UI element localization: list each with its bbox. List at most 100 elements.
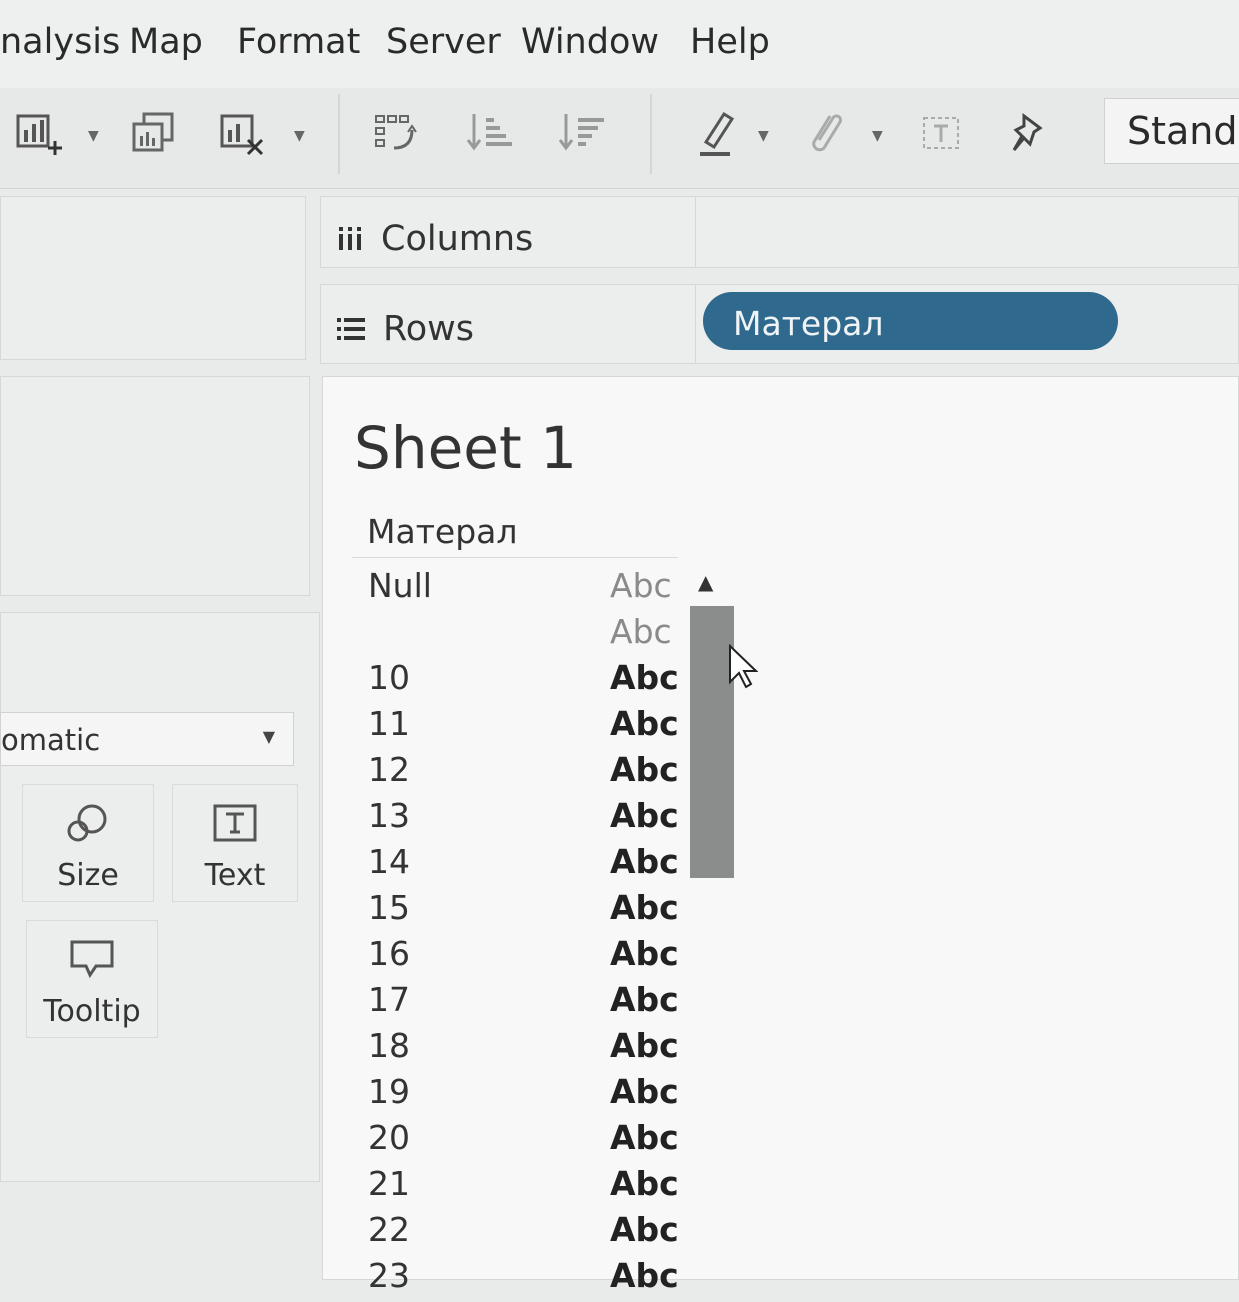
table-row[interactable]: 10 Abc xyxy=(368,658,688,704)
new-worksheet-dropdown-icon[interactable]: ▼ xyxy=(88,128,99,144)
toolbar-separator-2 xyxy=(650,94,652,174)
duplicate-sheet-icon[interactable] xyxy=(130,108,180,164)
row-value: Abc xyxy=(610,658,679,697)
row-value: Abc xyxy=(610,1026,679,1065)
table-row[interactable]: Abc xyxy=(368,612,688,658)
shelf-divider xyxy=(695,285,696,363)
row-key: 13 xyxy=(368,796,410,835)
table-row[interactable]: 18 Abc xyxy=(368,1026,688,1072)
row-key: 20 xyxy=(368,1118,410,1157)
toolbar: ▼ ▼ ▼ ▼ xyxy=(0,88,1239,189)
text-icon xyxy=(213,804,257,842)
columns-shelf[interactable]: Columns xyxy=(320,196,1239,268)
row-key: 11 xyxy=(368,704,410,743)
clear-sheet-dropdown-icon[interactable]: ▼ xyxy=(294,128,305,144)
table-row[interactable]: 19 Abc xyxy=(368,1072,688,1118)
table-row[interactable]: 13 Abc xyxy=(368,796,688,842)
table-row[interactable]: Null Abc xyxy=(368,566,688,612)
row-key: 22 xyxy=(368,1210,410,1249)
rows-icon xyxy=(337,318,365,340)
header-divider xyxy=(352,557,678,558)
size-button[interactable]: Size xyxy=(22,784,154,902)
columns-label: Columns xyxy=(381,219,534,259)
scroll-up-icon[interactable]: ▲ xyxy=(698,570,713,594)
row-key: Null xyxy=(368,566,432,605)
row-value: Abc xyxy=(610,888,679,927)
row-key: 19 xyxy=(368,1072,410,1111)
table-row[interactable]: 12 Abc xyxy=(368,750,688,796)
group-dropdown-icon[interactable]: ▼ xyxy=(872,128,883,144)
row-value: Abc xyxy=(610,750,679,789)
menu-map[interactable]: Map xyxy=(129,22,203,62)
table-row[interactable]: 17 Abc xyxy=(368,980,688,1026)
row-key: 14 xyxy=(368,842,410,881)
show-labels-icon[interactable] xyxy=(918,108,968,164)
columns-icon xyxy=(339,227,361,250)
text-label: Text xyxy=(204,858,266,893)
row-key: 23 xyxy=(368,1256,410,1295)
fit-select[interactable]: Standa xyxy=(1104,98,1239,164)
highlight-icon[interactable] xyxy=(694,108,744,164)
row-value: Abc xyxy=(610,796,679,835)
row-value: Abc xyxy=(610,1164,679,1203)
table-row[interactable]: 22 Abc xyxy=(368,1210,688,1256)
row-value: Abc xyxy=(610,612,672,651)
table-row[interactable]: 11 Abc xyxy=(368,704,688,750)
menu-server[interactable]: Server xyxy=(386,22,501,62)
menu-help[interactable]: Help xyxy=(690,22,770,62)
row-key: 18 xyxy=(368,1026,410,1065)
row-key: 10 xyxy=(368,658,410,697)
group-icon[interactable] xyxy=(800,108,850,164)
table-row[interactable]: 14 Abc xyxy=(368,842,688,888)
row-value: Abc xyxy=(610,1118,679,1157)
row-key: 17 xyxy=(368,980,410,1019)
row-value: Abc xyxy=(610,842,679,881)
tooltip-icon xyxy=(70,940,114,979)
fit-select-value: Standa xyxy=(1127,109,1239,153)
row-value: Abc xyxy=(610,704,679,743)
sort-descending-icon[interactable] xyxy=(558,108,608,164)
menu-bar: nalysis Map Format Server Window Help xyxy=(0,0,1239,88)
mark-type-select[interactable]: omatic ▼ xyxy=(0,712,294,766)
rows-label: Rows xyxy=(383,309,475,349)
toolbar-separator xyxy=(338,94,340,174)
row-value: Abc xyxy=(610,1210,679,1249)
row-value: Abc xyxy=(610,1256,679,1295)
mark-type-value: omatic xyxy=(1,723,101,757)
row-value: Abc xyxy=(610,980,679,1019)
menu-window[interactable]: Window xyxy=(521,22,659,62)
chevron-down-icon: ▼ xyxy=(262,727,275,746)
filters-pane xyxy=(0,376,310,596)
row-key: 16 xyxy=(368,934,410,973)
pin-icon[interactable] xyxy=(1006,108,1056,164)
table-row[interactable]: 21 Abc xyxy=(368,1164,688,1210)
swap-rows-columns-icon[interactable] xyxy=(372,108,422,164)
tooltip-label: Tooltip xyxy=(43,994,141,1029)
highlight-dropdown-icon[interactable]: ▼ xyxy=(758,128,769,144)
tooltip-button[interactable]: Tooltip xyxy=(26,920,158,1038)
pages-pane xyxy=(0,196,306,360)
rows-field-pill[interactable]: Матерал xyxy=(703,292,1118,350)
table-row[interactable]: 16 Abc xyxy=(368,934,688,980)
row-key: 15 xyxy=(368,888,410,927)
size-label: Size xyxy=(57,858,119,893)
new-worksheet-icon[interactable] xyxy=(14,108,64,164)
table-row[interactable]: 15 Abc xyxy=(368,888,688,934)
row-value: Abc xyxy=(610,934,679,973)
clear-sheet-icon[interactable] xyxy=(218,108,268,164)
text-button[interactable]: Text xyxy=(172,784,298,902)
row-key: 12 xyxy=(368,750,410,789)
row-value: Abc xyxy=(610,566,672,605)
sort-ascending-icon[interactable] xyxy=(466,108,516,164)
sheet-title: Sheet 1 xyxy=(354,414,578,482)
mouse-cursor-icon xyxy=(729,644,758,689)
row-key: 21 xyxy=(368,1164,410,1203)
field-header[interactable]: Матерал xyxy=(367,512,517,551)
menu-analysis[interactable]: nalysis xyxy=(0,22,120,62)
row-value: Abc xyxy=(610,1072,679,1111)
table-row[interactable]: 20 Abc xyxy=(368,1118,688,1164)
menu-format[interactable]: Format xyxy=(237,22,360,62)
shelf-divider xyxy=(695,197,696,267)
table-row[interactable]: 23 Abc xyxy=(368,1256,688,1302)
size-icon xyxy=(67,804,107,842)
